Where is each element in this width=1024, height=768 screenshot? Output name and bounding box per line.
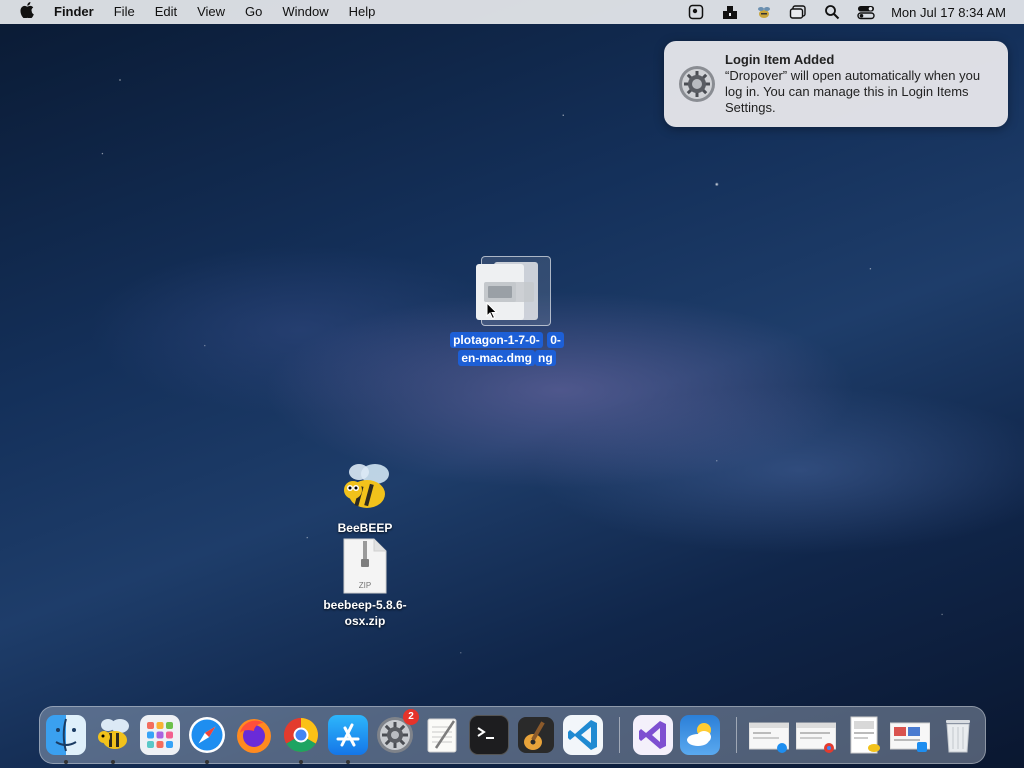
zip-badge-text: ZIP bbox=[358, 581, 372, 590]
menu-go[interactable]: Go bbox=[235, 0, 272, 24]
notification-body: “Dropover” will open automatically when … bbox=[725, 68, 981, 115]
menu-view[interactable]: View bbox=[187, 0, 235, 24]
beebeep-app-label: BeeBEEP bbox=[337, 521, 393, 535]
zip-file-icon: ZIP bbox=[310, 537, 420, 597]
vscode-icon[interactable] bbox=[563, 715, 603, 755]
beebeep-app-desktop[interactable]: BeeBEEP bbox=[325, 458, 405, 536]
textedit-icon[interactable] bbox=[422, 715, 462, 755]
safari-window-thumb[interactable] bbox=[748, 715, 790, 755]
chrome-icon[interactable] bbox=[281, 715, 321, 764]
beebeep-icon[interactable] bbox=[93, 715, 133, 764]
menu-clock[interactable]: Mon Jul 17 8:34 AM bbox=[891, 5, 1006, 20]
control-center-icon[interactable] bbox=[857, 4, 875, 20]
screen-record-icon[interactable] bbox=[687, 4, 705, 20]
garageband-icon[interactable] bbox=[516, 715, 556, 755]
menu-bar: Finder File Edit View Go Window Help Mon… bbox=[0, 0, 1024, 24]
login-item-notification[interactable]: Login Item Added “Dropover” will open au… bbox=[664, 41, 1008, 127]
dmg-label-ghost1: 0- bbox=[547, 332, 564, 348]
menu-help[interactable]: Help bbox=[339, 0, 386, 24]
system-settings-gear-icon bbox=[678, 65, 716, 103]
app-store-window-thumb[interactable] bbox=[889, 715, 931, 755]
dmg-label-ghost2: ng bbox=[535, 350, 556, 366]
mouse-pointer-icon bbox=[486, 301, 498, 325]
trash-icon[interactable] bbox=[938, 715, 978, 755]
beebeep-app-icon bbox=[325, 458, 405, 520]
finder-icon[interactable] bbox=[46, 715, 86, 764]
zip-label-line2: osx.zip bbox=[344, 614, 386, 628]
system-settings-icon[interactable]: 2 bbox=[375, 709, 419, 755]
beebeep-menu-icon[interactable] bbox=[755, 4, 773, 20]
beebeep-running-dot bbox=[111, 760, 115, 764]
visual-studio-icon[interactable] bbox=[633, 715, 673, 755]
notification-title: Login Item Added bbox=[725, 52, 835, 67]
menu-finder[interactable]: Finder bbox=[52, 0, 104, 24]
chrome-window-thumb[interactable] bbox=[795, 715, 837, 755]
terminal-icon[interactable] bbox=[469, 715, 509, 755]
menu-file[interactable]: File bbox=[104, 0, 145, 24]
beebeep-zip-desktop[interactable]: ZIP beebeep-5.8.6- osx.zip bbox=[310, 537, 420, 629]
apple-menu-icon[interactable] bbox=[18, 2, 36, 22]
app-store-icon[interactable] bbox=[328, 715, 368, 764]
dock-separator bbox=[619, 717, 620, 753]
dmg-label-line2: en-mac.dmg bbox=[458, 350, 535, 366]
menu-edit[interactable]: Edit bbox=[145, 0, 187, 24]
dock-separator-2 bbox=[736, 717, 737, 753]
launchpad-icon[interactable] bbox=[140, 715, 180, 755]
chrome-running-dot bbox=[299, 760, 303, 764]
dmg-label-line1: plotagon-1-7-0- bbox=[450, 332, 543, 348]
dock: 2 bbox=[39, 706, 986, 764]
dropover-icon[interactable] bbox=[721, 4, 739, 20]
finder-running-dot bbox=[64, 760, 68, 764]
dmg-file-label[interactable]: plotagon-1-7-0- 0- en-mac.dmg ng bbox=[446, 331, 568, 367]
window-icon[interactable] bbox=[789, 4, 807, 20]
zip-label-line1: beebeep-5.8.6- bbox=[323, 598, 407, 612]
search-icon[interactable] bbox=[823, 4, 841, 20]
preview-window-thumb[interactable] bbox=[843, 715, 883, 755]
firefox-icon[interactable] bbox=[234, 715, 274, 755]
app-store-running-dot bbox=[346, 760, 350, 764]
weather-icon[interactable] bbox=[680, 715, 720, 755]
system-settings-badge: 2 bbox=[403, 709, 419, 725]
safari-icon[interactable] bbox=[187, 715, 227, 764]
safari-running-dot bbox=[205, 760, 209, 764]
menu-window[interactable]: Window bbox=[272, 0, 338, 24]
